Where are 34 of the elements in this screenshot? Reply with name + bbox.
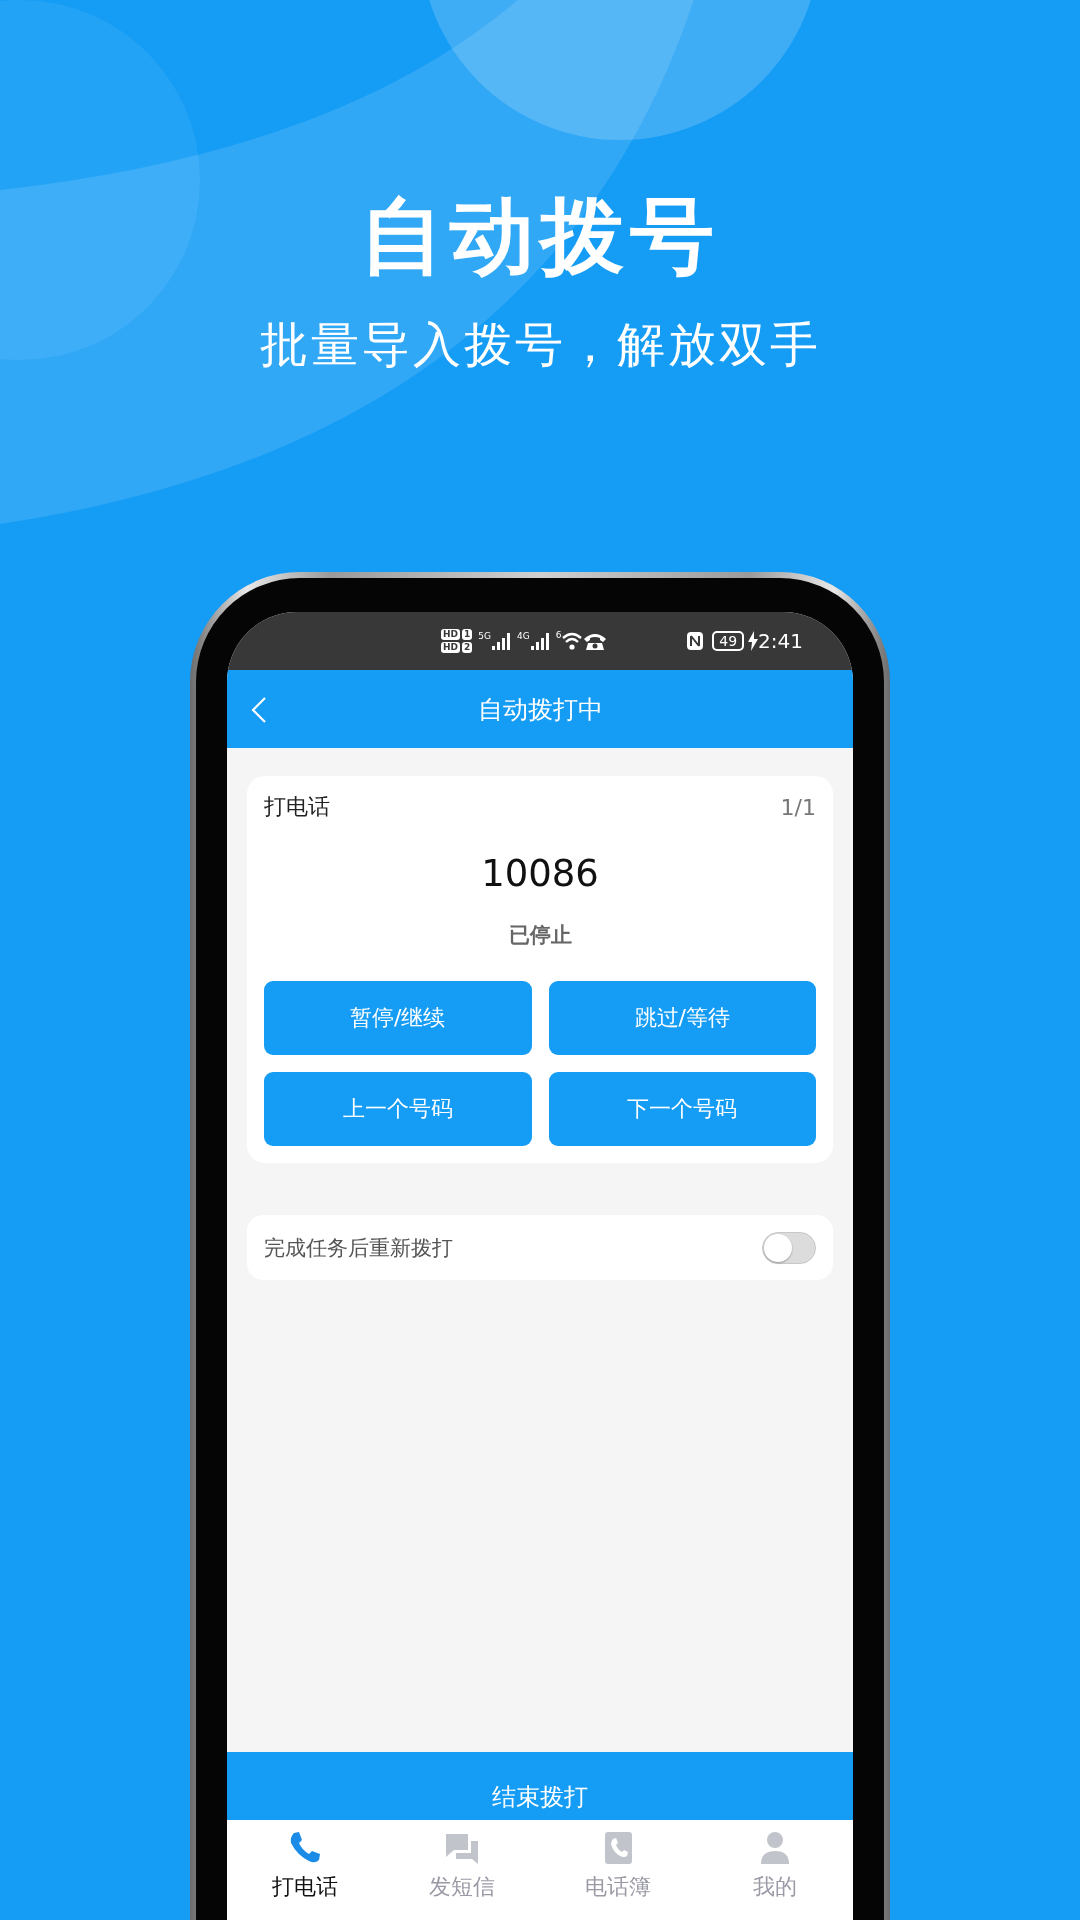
battery-indicator: 49	[712, 631, 745, 651]
nav-tab[interactable]: 发短信	[383, 1820, 540, 1920]
telephone-icon	[583, 631, 608, 651]
end-call-button[interactable]: 结束拨打	[227, 1752, 853, 1820]
charging-icon	[748, 631, 759, 651]
action-button[interactable]: 上一个号码	[264, 1072, 532, 1146]
tagline: 批量导入拨号，解放双手	[259, 318, 821, 372]
action-button[interactable]: 跳过/等待	[548, 981, 816, 1055]
nav-tab[interactable]: 打电话	[227, 1820, 384, 1920]
sim-badge: 2	[462, 642, 473, 653]
setting-label: 完成任务后重新拨打	[264, 1234, 453, 1262]
hd-badge: HD	[441, 642, 460, 653]
header-title: 自动拨打中	[477, 693, 603, 726]
signal-icon	[491, 631, 511, 651]
signal-icon	[529, 631, 550, 651]
hd-badge: HD	[441, 629, 460, 640]
wifi-icon	[561, 631, 584, 651]
headline: 自动拨号	[360, 190, 720, 283]
network-label: 5G	[478, 631, 491, 641]
action-button[interactable]: 暂停/继续	[264, 981, 532, 1055]
card-title: 打电话	[264, 793, 330, 821]
progress-count: 1/1	[780, 794, 816, 820]
back-icon[interactable]	[251, 696, 267, 724]
network-label: 4G	[517, 631, 530, 641]
toggle-switch[interactable]	[762, 1231, 816, 1264]
phone-number: 10086	[480, 852, 600, 895]
sim-badge: 1	[462, 629, 473, 640]
action-button[interactable]: 下一个号码	[548, 1072, 816, 1146]
status-time: 2:41	[758, 629, 803, 653]
nav-tab[interactable]: 电话簿	[540, 1820, 697, 1920]
wifi-label: 6	[555, 630, 562, 640]
nav-tab[interactable]: 我的	[696, 1820, 853, 1920]
call-status: 已停止	[507, 922, 573, 949]
nfc-icon	[686, 631, 705, 651]
